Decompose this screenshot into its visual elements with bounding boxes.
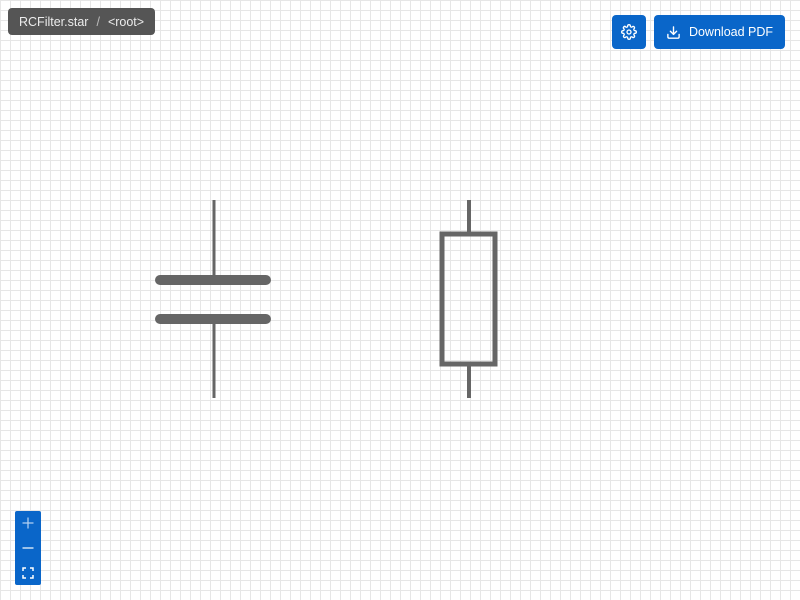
download-pdf-button[interactable]: Download PDF [654,15,785,49]
breadcrumb: RCFilter.star / <root> [8,8,156,35]
zoom-in-button[interactable] [15,511,41,536]
resistor-body [439,231,498,367]
settings-button[interactable] [612,15,646,49]
download-icon [667,25,680,39]
zoom-out-button[interactable] [15,536,41,561]
plus-icon [22,517,34,529]
fit-to-screen-button[interactable] [15,560,41,585]
zoom-controls [15,511,41,585]
breadcrumb-node[interactable]: <root> [108,15,144,29]
schematic-view [155,200,498,398]
capacitor-symbol[interactable] [155,200,271,398]
minus-icon [22,547,34,549]
download-pdf-label: Download PDF [688,25,774,39]
resistor-symbol[interactable] [439,200,498,398]
breadcrumb-separator: / [96,14,100,29]
fit-to-screen-icon [22,566,34,579]
breadcrumb-file[interactable]: RCFilter.star [19,15,88,29]
gear-icon [621,24,637,40]
